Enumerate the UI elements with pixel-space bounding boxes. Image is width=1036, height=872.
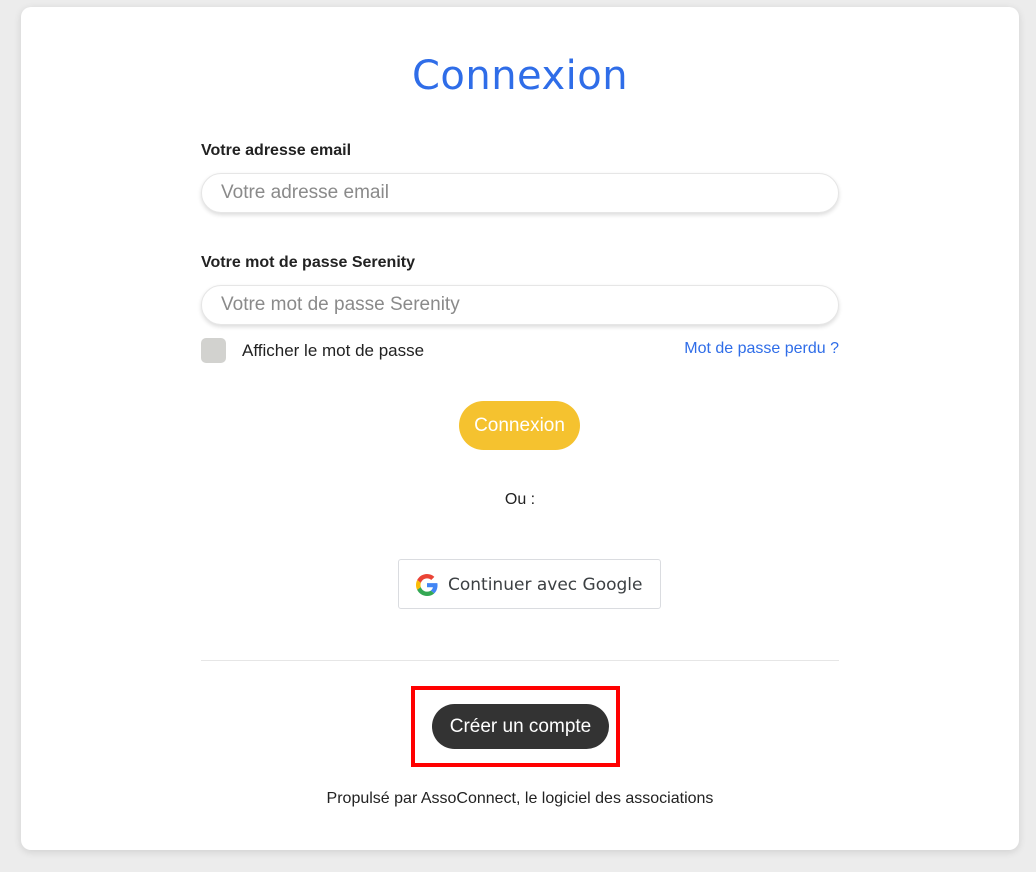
login-card: Connexion Votre adresse email Votre mot … <box>21 7 1019 850</box>
footer-text: Propulsé par AssoConnect, le logiciel de… <box>326 790 714 807</box>
show-password-row: Afficher le mot de passe Mot de passe pe… <box>201 338 839 364</box>
email-label: Votre adresse email <box>201 142 352 159</box>
show-password-label[interactable]: Afficher le mot de passe <box>242 341 424 361</box>
page-title: Connexion <box>411 53 629 99</box>
or-separator-text: Ou : <box>504 491 536 508</box>
google-signin-button[interactable]: Continuer avec Google <box>398 559 661 609</box>
show-password-checkbox[interactable] <box>201 338 226 363</box>
email-field[interactable] <box>201 173 839 213</box>
divider <box>201 660 839 661</box>
google-icon <box>416 574 438 596</box>
login-button[interactable]: Connexion <box>459 401 580 450</box>
google-button-label: Continuer avec Google <box>448 575 643 595</box>
password-label: Votre mot de passe Serenity <box>201 254 415 271</box>
password-field[interactable] <box>201 285 839 325</box>
forgot-password-link[interactable]: Mot de passe perdu ? <box>684 340 839 358</box>
create-account-button[interactable]: Créer un compte <box>432 704 609 749</box>
